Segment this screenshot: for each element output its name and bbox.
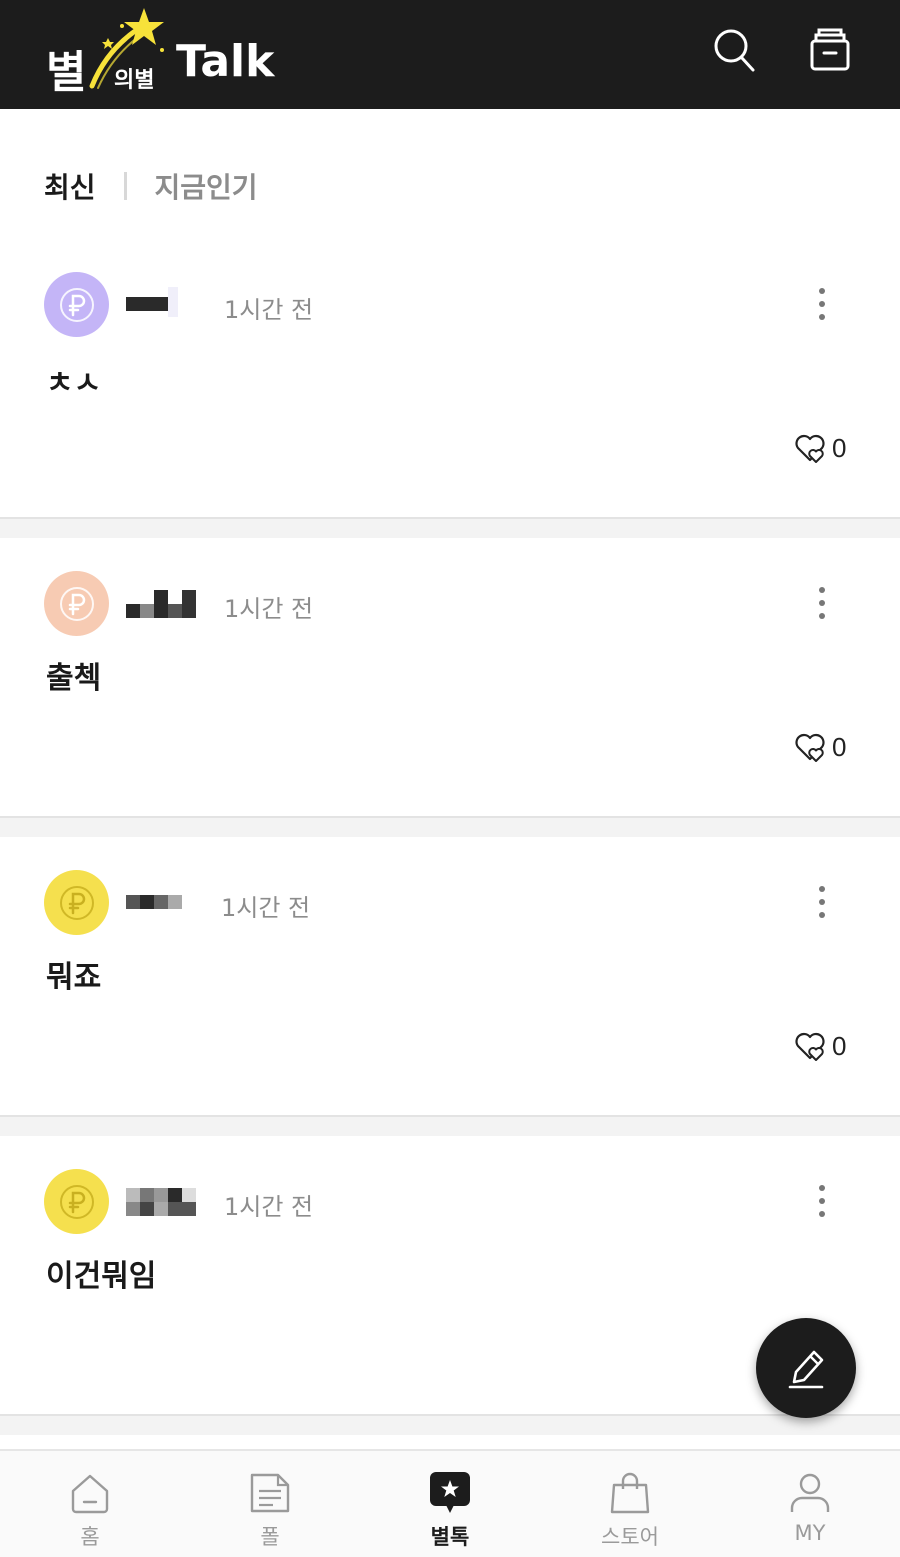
app-header: 별 의별 Talk [0,0,900,109]
avatar[interactable] [44,571,109,636]
heart-icon [795,434,825,463]
post-content: 뭐죠 [46,960,102,995]
nav-store[interactable]: 스토어 [540,1451,720,1557]
post-divider [0,816,900,837]
nav-label: 폴 [260,1525,280,1549]
nickname-censored [126,1188,196,1216]
nav-label: MY [794,1521,826,1545]
post-content: 출첵 [46,661,102,696]
app-logo[interactable]: 별 의별 Talk [44,6,284,102]
logo-talk-text: Talk [176,36,275,87]
post-card[interactable]: 1시간 전 ㅊㅅ 0 [0,240,900,520]
profile-p-icon [59,1184,94,1219]
like-button[interactable]: 0 [792,1028,846,1064]
profile-p-icon [59,586,94,621]
post-card[interactable]: 1시간 전 출첵 0 [0,539,900,819]
more-options-button[interactable] [806,284,838,324]
post-divider [0,1115,900,1136]
more-options-button[interactable] [806,882,838,922]
post-time: 1시간 전 [224,296,314,324]
like-button[interactable]: 0 [792,430,846,466]
logo-main-text: 별 [46,47,87,98]
star-chat-icon [430,1472,470,1513]
nickname-censored [126,590,196,618]
nav-home[interactable]: 홈 [0,1451,180,1557]
nav-label: 홈 [80,1525,100,1549]
like-button[interactable]: 0 [792,729,846,765]
nav-label: 별톡 [430,1525,470,1549]
profile-p-icon [59,885,94,920]
avatar[interactable] [44,870,109,935]
bottom-navigation: 홈 폴 별톡 스토어 MY [0,1449,900,1557]
tab-latest[interactable]: 최신 [44,166,96,206]
tab-popular[interactable]: 지금인기 [155,166,258,206]
document-icon [250,1473,290,1513]
tab-divider [123,172,127,200]
avatar[interactable] [44,1169,109,1234]
post-content: ㅊㅅ [46,366,102,401]
nav-label: 스토어 [601,1525,659,1549]
like-count: 0 [832,432,847,463]
like-count: 0 [832,731,847,762]
avatar[interactable] [44,272,109,337]
inbox-button[interactable] [806,24,854,76]
post-time: 1시간 전 [221,894,311,922]
search-icon [714,29,755,72]
heart-icon [795,733,825,762]
post-time: 1시간 전 [224,1193,314,1221]
nav-poll[interactable]: 폴 [180,1451,360,1557]
logo-sub-text: 의별 [114,68,155,93]
more-options-button[interactable] [806,1181,838,1221]
heart-icon [795,1032,825,1061]
archive-box-icon [810,28,850,71]
post-divider [0,1414,900,1435]
like-count: 0 [832,1030,847,1061]
profile-p-icon [59,287,94,322]
user-icon [790,1473,830,1512]
post-content: 이건뭐임 [46,1259,157,1294]
pencil-icon [788,1350,824,1389]
more-options-button[interactable] [806,583,838,623]
home-icon [71,1474,109,1514]
write-post-button[interactable] [756,1318,856,1418]
nickname-censored [126,287,196,317]
shopping-bag-icon [610,1472,650,1514]
nav-my[interactable]: MY [720,1451,900,1557]
post-divider [0,517,900,538]
nickname-censored [126,891,196,913]
search-button[interactable] [710,24,758,76]
post-time: 1시간 전 [224,595,314,623]
feed-tabs: 최신 지금인기 [44,164,258,208]
nav-star-talk[interactable]: 별톡 [360,1451,540,1557]
post-card[interactable]: 1시간 전 뭐죠 0 [0,838,900,1118]
